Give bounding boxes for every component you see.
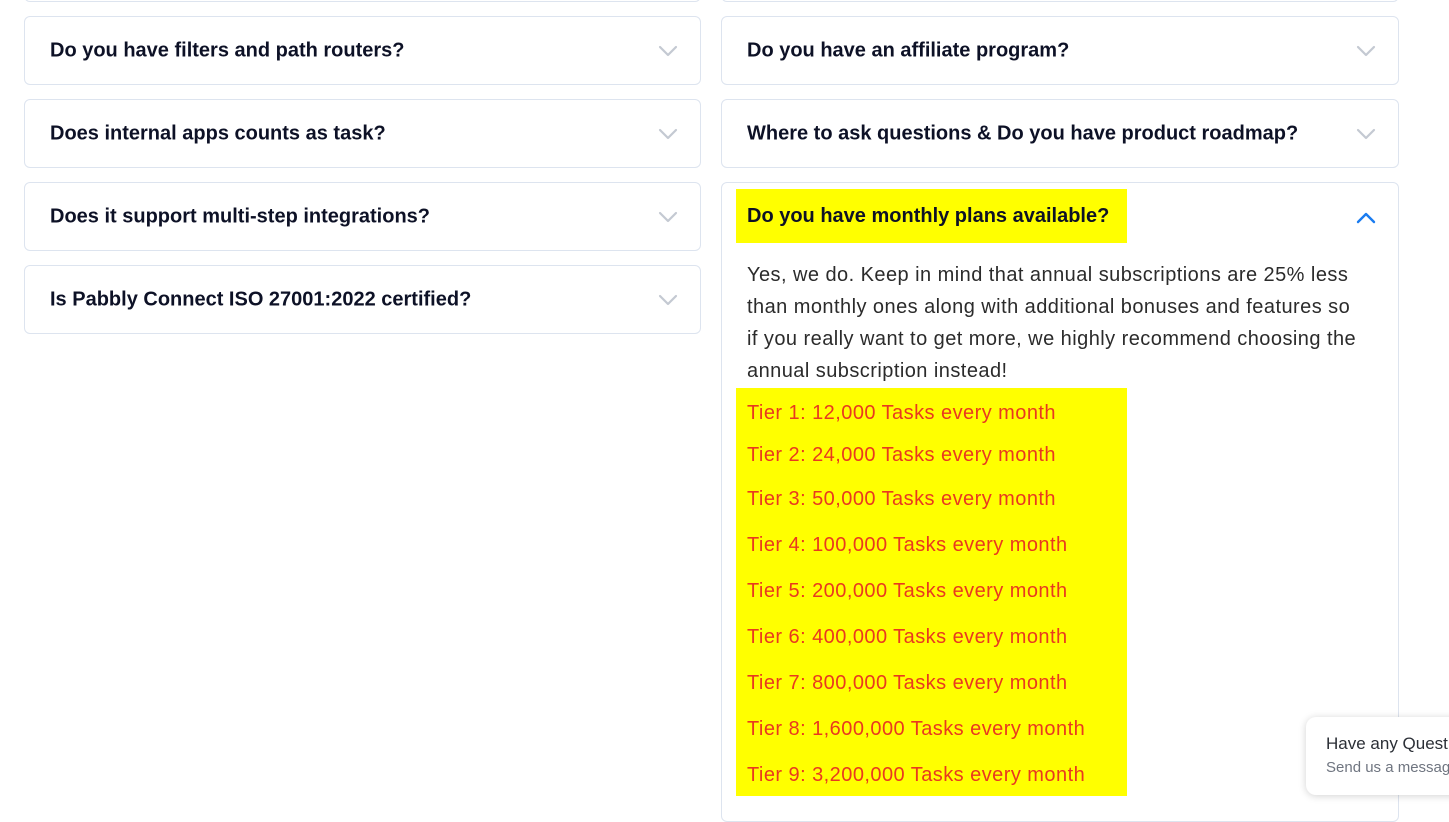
faq-item[interactable]: Does internal apps counts as task? bbox=[24, 99, 701, 168]
chevron-up-icon[interactable] bbox=[1356, 212, 1376, 224]
faq-answer: Yes, we do. Keep in mind that annual sub… bbox=[747, 264, 1357, 382]
faq-question: Is Pabbly Connect ISO 27001:2022 certifi… bbox=[50, 288, 472, 310]
faq-question: Does internal apps counts as task? bbox=[50, 122, 386, 144]
chevron-down-icon[interactable] bbox=[658, 211, 678, 223]
tier-item: Tier 8: 1,600,000 Tasks every month bbox=[747, 718, 1086, 740]
faq-question: Do you have an affiliate program? bbox=[747, 39, 1070, 61]
faq-item[interactable]: Where to ask questions & Do you have pro… bbox=[721, 99, 1399, 168]
chat-widget-title: Have any Questions? bbox=[1326, 734, 1449, 753]
faq-item-expanded: Do you have monthly plans available? Yes… bbox=[721, 182, 1399, 822]
faq-card-partial bbox=[24, 0, 701, 2]
chevron-down-icon[interactable] bbox=[1356, 128, 1376, 140]
chat-widget[interactable]: Have any Questions? Send us a message bbox=[1306, 717, 1449, 795]
chevron-down-icon[interactable] bbox=[658, 294, 678, 306]
tier-item: Tier 2: 24,000 Tasks every month bbox=[747, 444, 1056, 466]
tier-item: Tier 6: 400,000 Tasks every month bbox=[747, 626, 1068, 648]
tier-item: Tier 7: 800,000 Tasks every month bbox=[747, 672, 1068, 694]
faq-card-partial bbox=[721, 0, 1399, 2]
faq-item[interactable]: Is Pabbly Connect ISO 27001:2022 certifi… bbox=[24, 265, 701, 334]
tier-list: Tier 1: 12,000 Tasks every month Tier 2:… bbox=[736, 388, 1127, 796]
faq-item[interactable]: Does it support multi-step integrations? bbox=[24, 182, 701, 251]
tier-item: Tier 5: 200,000 Tasks every month bbox=[747, 580, 1068, 602]
tier-item: Tier 9: 3,200,000 Tasks every month bbox=[747, 764, 1086, 786]
tier-item: Tier 1: 12,000 Tasks every month bbox=[747, 402, 1056, 424]
faq-question: Where to ask questions & Do you have pro… bbox=[747, 122, 1299, 144]
tier-item: Tier 3: 50,000 Tasks every month bbox=[747, 488, 1056, 510]
tier-item: Tier 4: 100,000 Tasks every month bbox=[747, 534, 1068, 556]
faq-question: Does it support multi-step integrations? bbox=[50, 205, 431, 227]
chevron-down-icon[interactable] bbox=[658, 128, 678, 140]
faq-item[interactable]: Do you have filters and path routers? bbox=[24, 16, 701, 85]
faq-question: Do you have filters and path routers? bbox=[50, 39, 405, 61]
chevron-down-icon[interactable] bbox=[658, 45, 678, 57]
faq-item[interactable]: Do you have an affiliate program? bbox=[721, 16, 1399, 85]
chat-widget-subtitle: Send us a message bbox=[1326, 759, 1449, 776]
faq-question-open[interactable]: Do you have monthly plans available? bbox=[736, 189, 1128, 243]
chevron-down-icon[interactable] bbox=[1356, 45, 1376, 57]
